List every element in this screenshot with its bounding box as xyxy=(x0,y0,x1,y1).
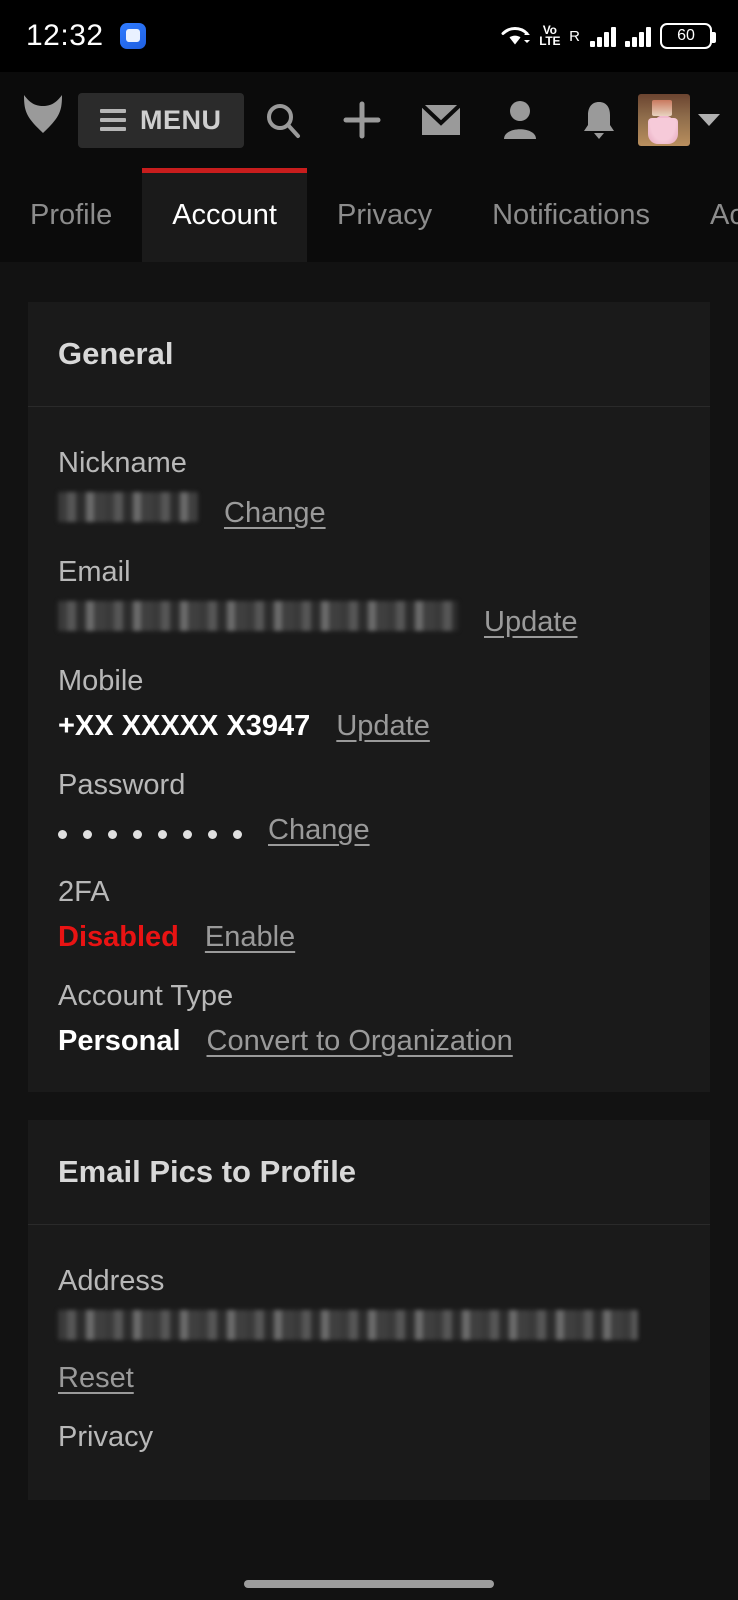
wifi-icon xyxy=(500,24,531,48)
envelope-icon[interactable] xyxy=(401,90,480,150)
field-address: Address Reset xyxy=(58,1239,680,1395)
change-password-link[interactable]: Change xyxy=(268,814,370,847)
nickname-value-redacted xyxy=(58,492,198,522)
field-nickname: Nickname Change xyxy=(58,421,680,530)
general-section: General Nickname Change Email Update Mob… xyxy=(28,302,710,1092)
hamburger-icon xyxy=(100,109,126,131)
section-title: Email Pics to Profile xyxy=(28,1120,710,1225)
address-value-redacted xyxy=(58,1309,638,1340)
update-email-link[interactable]: Update xyxy=(484,606,578,639)
field-label: Nickname xyxy=(58,447,187,479)
section-title: General xyxy=(28,302,710,407)
field-account-type: Account Type Personal Convert to Organiz… xyxy=(58,954,680,1058)
field-email: Email Update xyxy=(58,530,680,639)
account-type-value: Personal xyxy=(58,1024,181,1057)
phone-screen: 12:32 Vo LTE R 60 MENU Profile Account P… xyxy=(0,0,738,1600)
field-label: Mobile xyxy=(58,665,144,697)
field-label: Privacy xyxy=(58,1420,154,1453)
avatar[interactable] xyxy=(638,94,691,146)
email-value-redacted xyxy=(58,601,458,631)
bell-icon[interactable] xyxy=(559,90,638,150)
field-label: Email xyxy=(58,556,131,588)
menu-button[interactable]: MENU xyxy=(78,92,244,148)
status-bar-indicators: Vo LTE R 60 xyxy=(500,23,716,49)
tab-label: Activi xyxy=(710,198,738,231)
battery-indicator: 60 xyxy=(660,23,716,49)
tab-label: Privacy xyxy=(337,198,433,231)
signal-bars-icon-1 xyxy=(590,25,616,47)
chevron-down-icon[interactable] xyxy=(698,114,721,126)
email-pics-to-profile-section: Email Pics to Profile Address Reset Priv… xyxy=(28,1119,710,1500)
roaming-indicator: R xyxy=(569,27,580,45)
convert-to-organization-link[interactable]: Convert to Organization xyxy=(207,1025,513,1058)
message-app-icon xyxy=(119,23,146,49)
tab-activity[interactable]: Activi xyxy=(680,168,738,262)
signal-bars-icon-2 xyxy=(625,25,651,47)
status-badge: Disabled xyxy=(58,920,179,953)
account-menu[interactable] xyxy=(638,94,724,146)
field-2fa: 2FA Disabled Enable xyxy=(58,850,680,954)
mobile-value: +XX XXXXX X3947 xyxy=(58,710,311,742)
fox-head-logo[interactable] xyxy=(18,92,68,148)
field-password: Password Change xyxy=(58,743,680,850)
tab-label: Account xyxy=(172,198,277,231)
settings-tabs: Profile Account Privacy Notifications Ac… xyxy=(0,168,738,262)
tab-account[interactable]: Account xyxy=(142,168,307,262)
field-label: Account Type xyxy=(58,979,234,1012)
field-privacy: Privacy xyxy=(58,1395,680,1454)
update-mobile-link[interactable]: Update xyxy=(336,710,430,743)
change-nickname-link[interactable]: Change xyxy=(224,497,326,530)
menu-button-label: MENU xyxy=(140,104,222,135)
settings-content: General Nickname Change Email Update Mob… xyxy=(0,262,738,1500)
field-mobile: Mobile +XX XXXXX X3947 Update xyxy=(58,639,680,743)
person-icon[interactable] xyxy=(480,90,559,150)
tab-privacy[interactable]: Privacy xyxy=(307,168,462,262)
volte-icon: Vo LTE xyxy=(539,23,561,48)
top-navigation-bar: MENU xyxy=(0,72,738,168)
password-masked-value xyxy=(58,820,242,850)
home-indicator[interactable] xyxy=(244,1580,494,1588)
reset-address-link[interactable]: Reset xyxy=(58,1362,134,1394)
field-label: Address xyxy=(58,1264,165,1297)
battery-level-text: 60 xyxy=(677,27,695,44)
email-pics-fields: Address Reset Privacy xyxy=(28,1225,710,1500)
search-icon[interactable] xyxy=(244,90,323,150)
tab-notifications[interactable]: Notifications xyxy=(462,168,680,262)
status-bar-clock: 12:32 xyxy=(26,19,104,52)
general-fields: Nickname Change Email Update Mobile +XX … xyxy=(28,407,710,1092)
enable-2fa-link[interactable]: Enable xyxy=(205,921,295,954)
field-label: Password xyxy=(58,769,186,801)
tab-label: Notifications xyxy=(492,198,651,231)
tab-label: Profile xyxy=(30,198,113,231)
field-label: 2FA xyxy=(58,875,110,908)
tab-profile[interactable]: Profile xyxy=(0,168,142,262)
plus-icon[interactable] xyxy=(322,90,401,150)
status-bar: 12:32 Vo LTE R 60 xyxy=(0,0,738,72)
